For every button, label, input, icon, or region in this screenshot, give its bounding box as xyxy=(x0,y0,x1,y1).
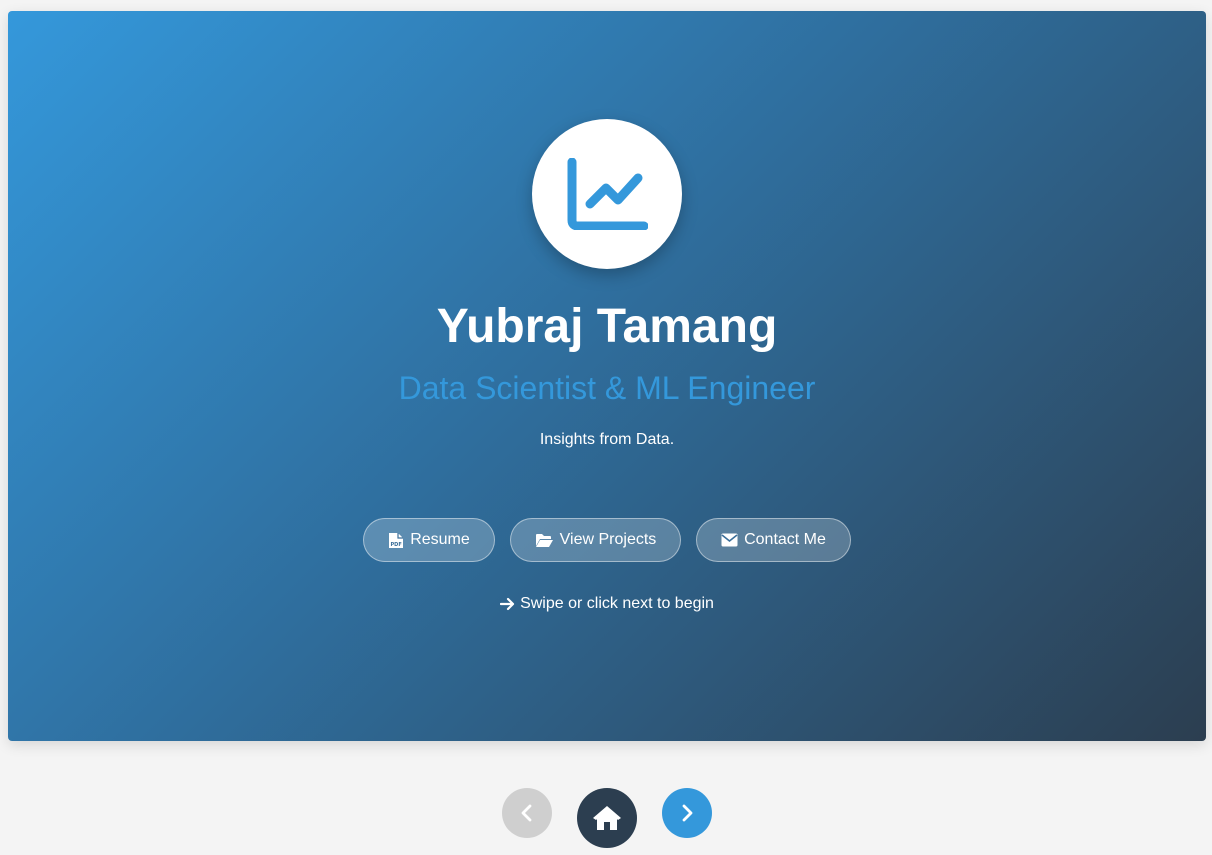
resume-button-label: Resume xyxy=(410,531,470,548)
chart-line-icon xyxy=(567,158,648,230)
home-button[interactable] xyxy=(577,788,637,848)
arrow-right-icon xyxy=(500,597,515,611)
chevron-left-icon xyxy=(521,804,532,822)
file-pdf-icon: PDF xyxy=(389,532,404,548)
home-icon xyxy=(593,806,621,830)
svg-text:PDF: PDF xyxy=(391,542,402,548)
start-hint-text: Swipe or click next to begin xyxy=(520,595,714,612)
hero-section: Yubraj Tamang Data Scientist & ML Engine… xyxy=(8,11,1206,741)
envelope-icon xyxy=(721,533,738,547)
resume-button[interactable]: PDF Resume xyxy=(363,518,495,562)
folder-open-icon xyxy=(535,533,553,547)
view-projects-button[interactable]: View Projects xyxy=(510,518,681,562)
view-projects-button-label: View Projects xyxy=(559,531,657,548)
contact-me-button[interactable]: Contact Me xyxy=(696,518,851,562)
tagline: Insights from Data. xyxy=(539,431,675,448)
job-title: Data Scientist & ML Engineer xyxy=(398,370,816,406)
logo-badge xyxy=(532,119,682,269)
person-name: Yubraj Tamang xyxy=(436,300,778,353)
next-button[interactable] xyxy=(662,788,712,838)
contact-me-button-label: Contact Me xyxy=(744,531,826,548)
previous-button[interactable] xyxy=(502,788,552,838)
start-hint: Swipe or click next to begin xyxy=(8,595,1206,613)
chevron-right-icon xyxy=(682,804,693,822)
